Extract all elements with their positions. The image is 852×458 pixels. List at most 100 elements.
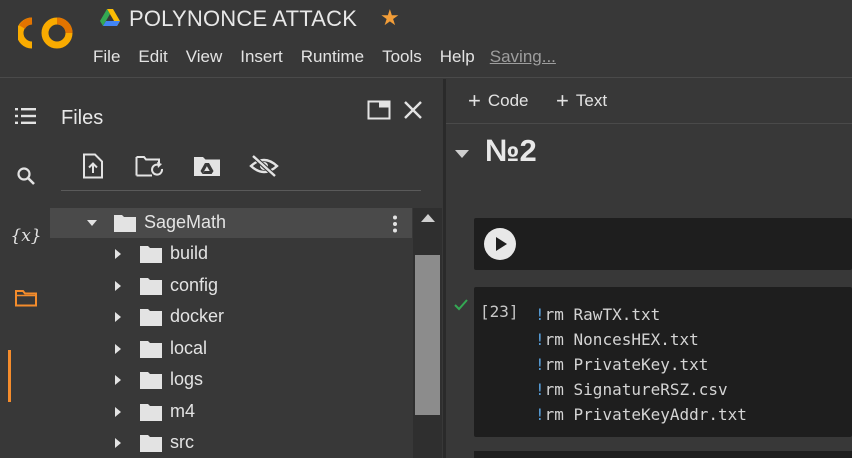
caret-right-icon[interactable] <box>112 406 124 418</box>
menu-tools[interactable]: Tools <box>382 46 422 68</box>
scroll-thumb[interactable] <box>415 255 440 415</box>
code-line: !rm PrivateKey.txt <box>535 352 747 377</box>
caret-right-icon[interactable] <box>112 311 124 323</box>
scroll-up-arrow-icon[interactable] <box>421 214 435 222</box>
folder-icon <box>140 435 162 452</box>
save-status[interactable]: Saving... <box>490 46 556 68</box>
colab-logo[interactable] <box>18 16 76 50</box>
active-indicator <box>8 350 11 402</box>
search-icon[interactable] <box>8 158 44 194</box>
menu-bar: File Edit View Insert Runtime Tools Help… <box>93 46 556 68</box>
tree-label: src <box>170 432 194 452</box>
refresh-folder-icon[interactable] <box>135 151 165 181</box>
file-tree-scrollbar[interactable] <box>413 208 442 458</box>
tree-row-docker[interactable]: docker <box>50 302 412 332</box>
folder-icon <box>140 246 162 263</box>
tree-label: SageMath <box>144 212 227 232</box>
open-in-tab-icon[interactable] <box>365 96 393 124</box>
menu-file[interactable]: File <box>93 46 120 68</box>
code-text: rm NoncesHEX.txt <box>544 330 699 349</box>
tree-label: config <box>170 275 219 295</box>
caret-right-icon[interactable] <box>112 374 124 386</box>
caret-right-icon[interactable] <box>112 280 124 292</box>
tree-row-build[interactable]: build <box>50 239 412 269</box>
collapse-section-icon[interactable] <box>455 150 469 158</box>
execution-count: [23] <box>480 302 519 321</box>
success-check-icon <box>454 299 468 311</box>
code-text: rm SignatureRSZ.csv <box>544 380 728 399</box>
folder-icon <box>140 372 162 389</box>
table-of-contents-icon[interactable] <box>8 98 44 134</box>
files-panel: Files SageMath build config docker local… <box>50 79 443 458</box>
folder-icon <box>140 278 162 295</box>
close-icon[interactable] <box>399 96 427 124</box>
add-code-button[interactable]: + Code <box>468 88 529 113</box>
play-icon <box>496 237 507 251</box>
shell-bang: ! <box>535 330 545 349</box>
menu-runtime[interactable]: Runtime <box>301 46 364 68</box>
upload-file-icon[interactable] <box>78 151 108 181</box>
left-rail: {x} <box>0 79 50 458</box>
menu-edit[interactable]: Edit <box>138 46 167 68</box>
menu-insert[interactable]: Insert <box>240 46 283 68</box>
tree-row-logs[interactable]: logs <box>50 365 412 395</box>
code-line: !rm NoncesHEX.txt <box>535 327 747 352</box>
google-drive-icon[interactable] <box>100 9 120 27</box>
folder-icon <box>140 404 162 421</box>
caret-right-icon[interactable] <box>112 343 124 355</box>
notebook-title[interactable]: POLYNONCE ATTACK <box>129 6 357 32</box>
code-text: rm RawTX.txt <box>544 305 661 324</box>
folder-icon <box>140 309 162 326</box>
tree-label: m4 <box>170 401 196 421</box>
folder-icon[interactable] <box>8 280 44 316</box>
plus-icon: + <box>468 88 481 113</box>
shell-bang: ! <box>535 355 545 374</box>
empty-code-cell[interactable] <box>474 218 852 270</box>
add-text-button[interactable]: + Text <box>556 88 608 113</box>
code-text: rm PrivateKey.txt <box>544 355 709 374</box>
tree-label: build <box>170 243 209 263</box>
shell-bang: ! <box>535 405 545 424</box>
add-code-label: Code <box>487 91 529 110</box>
files-panel-title: Files <box>61 107 104 129</box>
tree-row-config[interactable]: config <box>50 271 412 301</box>
app-header: POLYNONCE ATTACK ★ File Edit View Insert… <box>0 0 852 78</box>
toggle-hidden-icon[interactable] <box>249 151 279 181</box>
code-line: !rm RawTX.txt <box>535 302 747 327</box>
toolbar-divider <box>61 190 421 191</box>
star-icon[interactable]: ★ <box>380 5 400 31</box>
plus-icon: + <box>556 88 569 113</box>
tree-row-src[interactable]: src <box>50 428 412 458</box>
menu-help[interactable]: Help <box>440 46 475 68</box>
mount-drive-icon[interactable] <box>192 151 222 181</box>
folder-icon <box>114 215 136 232</box>
code-text: rm PrivateKeyAddr.txt <box>544 405 747 424</box>
add-text-label: Text <box>575 91 608 110</box>
tree-row-m4[interactable]: m4 <box>50 397 412 427</box>
tree-label: local <box>170 338 208 358</box>
run-cell-button[interactable] <box>484 228 516 260</box>
files-toolbar <box>78 151 306 181</box>
folder-icon <box>140 341 162 358</box>
variables-icon[interactable]: {x} <box>8 218 44 254</box>
caret-right-icon[interactable] <box>112 437 124 449</box>
notebook-toolbar: + Code + Text <box>446 79 852 124</box>
notebook-body: №2 [23] !rm RawTX.txt !rm NoncesHEX.txt !r… <box>446 125 852 458</box>
shell-bang: ! <box>535 305 545 324</box>
tree-label: logs <box>170 369 204 389</box>
code-editor[interactable]: !rm RawTX.txt !rm NoncesHEX.txt !rm Privat… <box>535 302 747 427</box>
section-heading: №2 <box>485 133 537 168</box>
menu-view[interactable]: View <box>186 46 223 68</box>
notebook-area: + Code + Text №2 [23] !rm RawTX.txt !rm N… <box>446 79 852 458</box>
code-line: !rm PrivateKeyAddr.txt <box>535 402 747 427</box>
shell-bang: ! <box>535 380 545 399</box>
caret-down-icon[interactable] <box>86 217 98 229</box>
next-code-cell[interactable] <box>474 451 852 458</box>
code-line: !rm SignatureRSZ.csv <box>535 377 747 402</box>
tree-row-local[interactable]: local <box>50 334 412 364</box>
caret-right-icon[interactable] <box>112 248 124 260</box>
file-tree: SageMath build config docker local logs … <box>50 208 412 458</box>
tree-label: docker <box>170 306 225 326</box>
more-vert-icon[interactable] <box>392 215 398 233</box>
tree-row-sagemath[interactable]: SageMath <box>50 208 412 238</box>
